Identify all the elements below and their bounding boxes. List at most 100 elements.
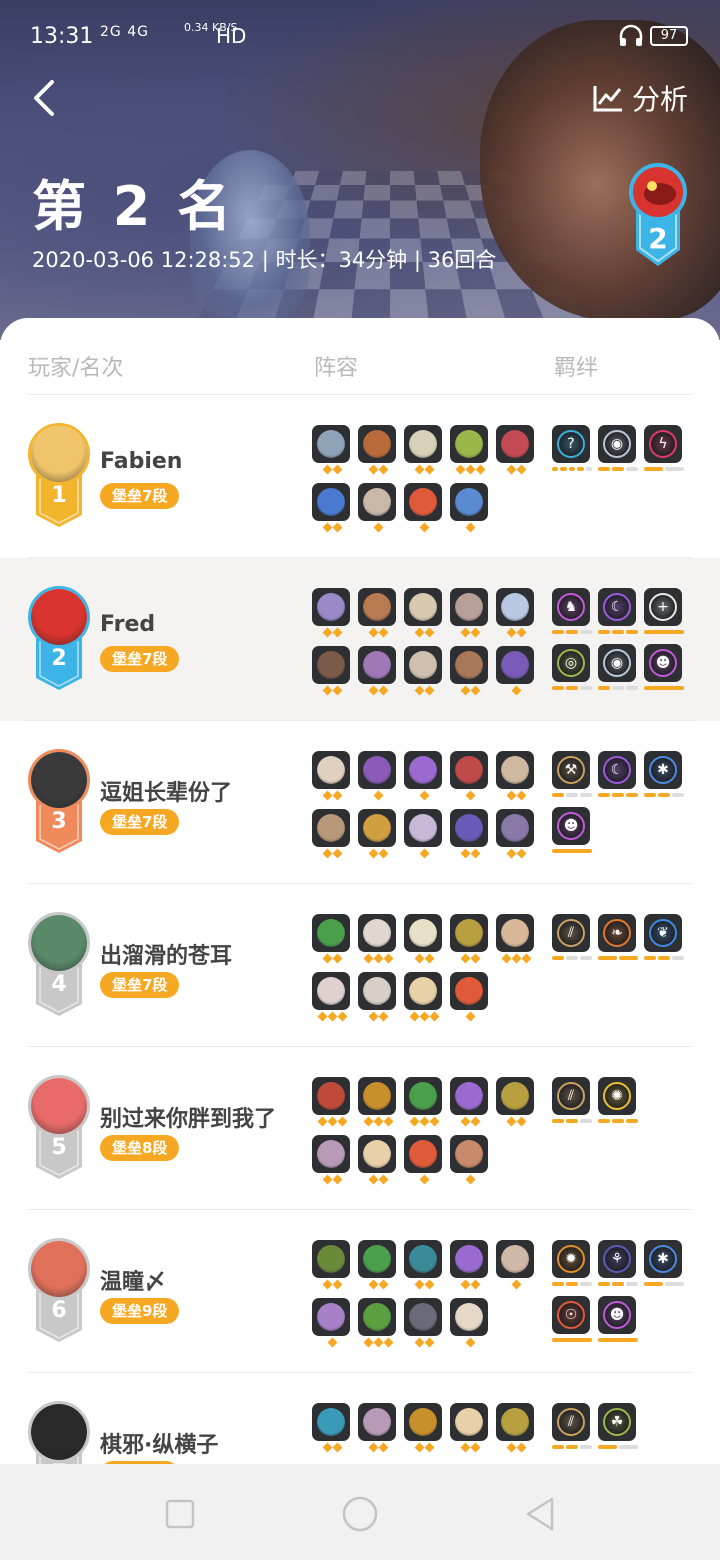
unit-chess-piece[interactable] (450, 588, 490, 638)
player-row[interactable]: 6 温瞳〆 堡垒9段 ✹ ⚘ ✱ ☉ ☻ (0, 1210, 720, 1373)
unit-chess-piece[interactable] (312, 914, 352, 964)
player-row[interactable]: 7棋邪·纵横子堡垒8段⫽☘ (0, 1373, 720, 1468)
unit-chess-piece[interactable] (404, 1240, 444, 1290)
unit-chess-piece[interactable] (450, 425, 490, 475)
unit-chess-piece[interactable] (450, 646, 490, 696)
player-row[interactable]: 5 别过来你胖到我了 堡垒8段 ⫽ ✺ (0, 1047, 720, 1210)
unit-chess-piece[interactable] (358, 646, 398, 696)
unit-chess-piece[interactable] (450, 1077, 490, 1127)
synergy-badge[interactable]: ◎ (552, 644, 592, 692)
unit-chess-piece[interactable] (496, 588, 536, 638)
unit-chess-piece[interactable] (450, 1240, 490, 1290)
unit-chess-piece[interactable] (358, 1403, 398, 1453)
unit-chess-piece[interactable] (312, 1240, 352, 1290)
synergy-badge[interactable]: ❧ (598, 914, 638, 962)
unit-chess-piece[interactable] (496, 809, 536, 859)
synergy-badge[interactable]: ☾ (598, 588, 638, 636)
unit-chess-piece[interactable] (358, 1240, 398, 1290)
unit-chess-piece[interactable] (358, 751, 398, 801)
unit-chess-piece[interactable] (312, 588, 352, 638)
unit-chess-piece[interactable] (358, 588, 398, 638)
synergy-badge[interactable]: ❦ (644, 914, 684, 962)
synergy-badge[interactable]: + (644, 588, 684, 636)
synergy-progress-segment (552, 1338, 592, 1342)
unit-chess-piece[interactable] (450, 914, 490, 964)
unit-chess-piece[interactable] (496, 1403, 536, 1453)
unit-chess-piece[interactable] (404, 1077, 444, 1127)
unit-chess-piece[interactable] (450, 1298, 490, 1348)
unit-chess-piece[interactable] (312, 425, 352, 475)
synergy-badge[interactable]: ◉ (598, 425, 638, 473)
unit-chess-piece[interactable] (358, 914, 398, 964)
synergy-badge[interactable]: ? (552, 425, 593, 473)
unit-chess-piece[interactable] (404, 588, 444, 638)
synergy-badge[interactable]: ⫽ (552, 914, 592, 962)
synergy-badge[interactable]: ✺ (598, 1077, 638, 1125)
player-row[interactable]: 2 Fred 堡垒7段 ♞ ☾ + ◎ ◉ ☻ (0, 558, 720, 721)
synergy-badge[interactable]: ☻ (644, 644, 684, 692)
unit-chess-piece[interactable] (450, 751, 490, 801)
synergy-badge[interactable]: ☘ (598, 1403, 638, 1451)
synergy-badge[interactable]: ♞ (552, 588, 592, 636)
unit-chess-piece[interactable] (358, 1135, 398, 1185)
player-row[interactable]: 3 逗姐长辈份了 堡垒7段 ⚒ ☾ ✱ ☻ (0, 721, 720, 884)
unit-chess-piece[interactable] (404, 809, 444, 859)
unit-chess-piece[interactable] (358, 425, 398, 475)
unit-chess-piece[interactable] (496, 751, 536, 801)
unit-chess-piece[interactable] (312, 1298, 352, 1348)
system-back-button[interactable] (520, 1494, 560, 1534)
unit-chess-piece[interactable] (312, 751, 352, 801)
synergy-badge[interactable]: ☻ (598, 1296, 638, 1344)
synergy-badge[interactable]: ☉ (552, 1296, 592, 1344)
unit-chess-piece[interactable] (404, 751, 444, 801)
unit-chess-piece[interactable] (450, 483, 490, 533)
synergy-badge[interactable]: ◉ (598, 644, 638, 692)
unit-chess-piece[interactable] (312, 1135, 352, 1185)
synergy-badge[interactable]: ⫽ (552, 1077, 592, 1125)
unit-chess-piece[interactable] (404, 425, 444, 475)
unit-chess-piece[interactable] (404, 972, 444, 1022)
unit-chess-piece[interactable] (496, 1077, 536, 1127)
synergy-badge[interactable]: ☾ (598, 751, 638, 799)
star-icon (460, 848, 470, 859)
player-row[interactable]: 4 出溜滑的苍耳 堡垒7段 ⫽ ❧ ❦ (0, 884, 720, 1047)
unit-chess-piece[interactable] (358, 1077, 398, 1127)
synergy-badge[interactable]: ✹ (552, 1240, 592, 1288)
unit-chess-piece[interactable] (312, 972, 352, 1022)
analysis-button[interactable]: 分析 (592, 78, 688, 118)
unit-chess-piece[interactable] (496, 1240, 536, 1290)
recent-apps-button[interactable] (160, 1494, 200, 1534)
unit-chess-piece[interactable] (404, 914, 444, 964)
synergy-badge[interactable]: ☻ (552, 807, 592, 855)
synergy-badge[interactable]: ⚒ (552, 751, 592, 799)
synergy-badge[interactable]: ⫽ (552, 1403, 592, 1451)
unit-chess-piece[interactable] (312, 483, 352, 533)
unit-chess-piece[interactable] (496, 425, 536, 475)
unit-chess-piece[interactable] (496, 646, 536, 696)
player-row[interactable]: 1 Fabien 堡垒7段? ◉ ϟ (0, 395, 720, 558)
unit-chess-piece[interactable] (404, 1403, 444, 1453)
unit-chess-piece[interactable] (450, 972, 490, 1022)
unit-chess-piece[interactable] (358, 1298, 398, 1348)
synergy-badge[interactable]: ✱ (644, 1240, 684, 1288)
unit-chess-piece[interactable] (404, 1135, 444, 1185)
synergy-badge[interactable]: ⚘ (598, 1240, 638, 1288)
synergy-badge[interactable]: ϟ (644, 425, 684, 473)
synergy-badge[interactable]: ✱ (644, 751, 684, 799)
home-button[interactable] (340, 1494, 380, 1534)
back-button[interactable] (28, 76, 68, 120)
unit-chess-piece[interactable] (358, 483, 398, 533)
unit-chess-piece[interactable] (404, 1298, 444, 1348)
unit-chess-piece[interactable] (404, 483, 444, 533)
unit-chess-piece[interactable] (358, 972, 398, 1022)
unit-chess-piece[interactable] (312, 809, 352, 859)
unit-chess-piece[interactable] (404, 646, 444, 696)
unit-chess-piece[interactable] (450, 809, 490, 859)
unit-chess-piece[interactable] (450, 1135, 490, 1185)
unit-chess-piece[interactable] (496, 914, 536, 964)
unit-chess-piece[interactable] (312, 1403, 352, 1453)
unit-chess-piece[interactable] (358, 809, 398, 859)
unit-chess-piece[interactable] (312, 646, 352, 696)
unit-chess-piece[interactable] (450, 1403, 490, 1453)
unit-chess-piece[interactable] (312, 1077, 352, 1127)
